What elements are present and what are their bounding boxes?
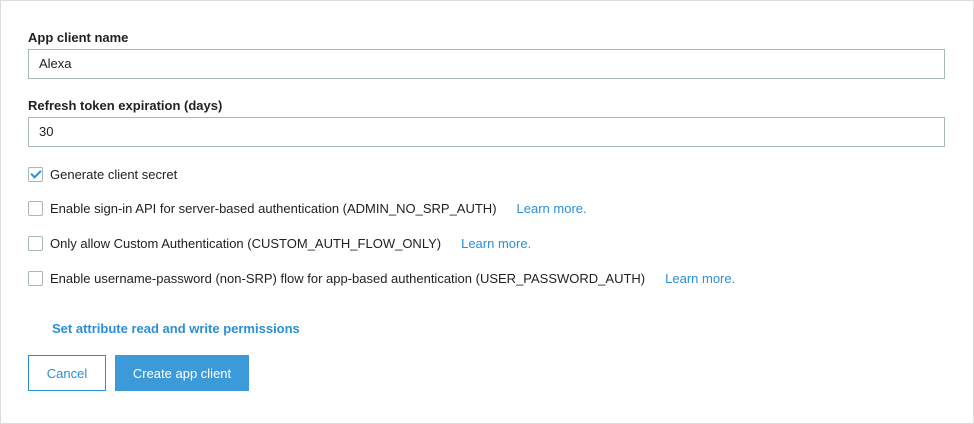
app-client-name-input[interactable]	[28, 49, 945, 79]
checkbox[interactable]	[28, 236, 43, 251]
cancel-button[interactable]: Cancel	[28, 355, 106, 391]
checkbox[interactable]	[28, 201, 43, 216]
create-app-client-button[interactable]: Create app client	[115, 355, 249, 391]
learn-more-link[interactable]: Learn more.	[461, 236, 531, 251]
option-label: Enable sign-in API for server-based auth…	[50, 201, 497, 216]
checkbox[interactable]	[28, 271, 43, 286]
set-attribute-permissions-link[interactable]: Set attribute read and write permissions	[52, 321, 300, 336]
checkbox-checked[interactable]	[28, 167, 43, 182]
learn-more-link[interactable]: Learn more.	[517, 201, 587, 216]
refresh-token-label: Refresh token expiration (days)	[28, 98, 223, 113]
option-custom-auth[interactable]: Only allow Custom Authentication (CUSTOM…	[28, 236, 531, 251]
option-label: Generate client secret	[50, 167, 178, 182]
refresh-token-input[interactable]	[28, 117, 945, 147]
option-label: Only allow Custom Authentication (CUSTOM…	[50, 236, 442, 251]
learn-more-link[interactable]: Learn more.	[665, 271, 735, 286]
option-admin-no-srp[interactable]: Enable sign-in API for server-based auth…	[28, 201, 587, 216]
option-label: Enable username-password (non-SRP) flow …	[50, 271, 646, 286]
app-client-name-label: App client name	[28, 30, 129, 45]
option-generate-secret[interactable]: Generate client secret	[28, 167, 177, 182]
option-user-password[interactable]: Enable username-password (non-SRP) flow …	[28, 271, 735, 286]
